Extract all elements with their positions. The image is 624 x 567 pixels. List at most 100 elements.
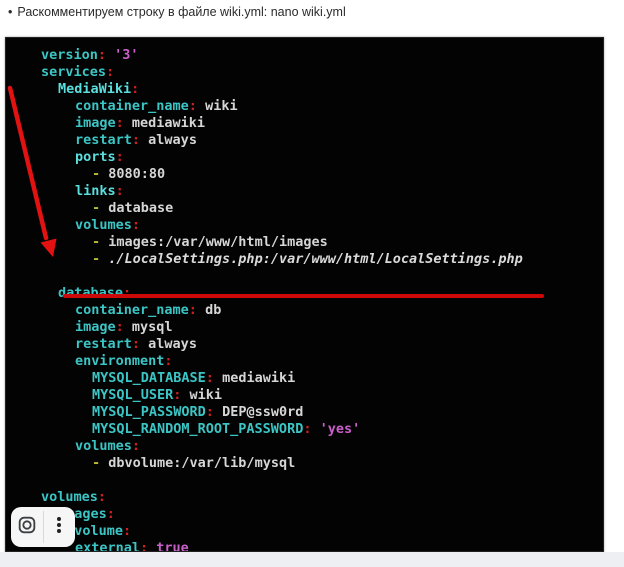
code-segment: true <box>148 540 189 552</box>
code-line <box>41 472 603 489</box>
code-segment: : <box>132 132 140 148</box>
code-line: - database <box>41 200 603 217</box>
code-segment: : <box>189 98 197 114</box>
code-segment: : <box>116 115 124 131</box>
code-line: image: mediawiki <box>41 115 603 132</box>
page-bottom-strip <box>0 552 624 567</box>
code-segment: - <box>92 251 108 267</box>
lens-search-button[interactable] <box>11 507 43 547</box>
code-segment: - <box>92 200 108 216</box>
code-segment: DEP@ssw0rd <box>214 404 303 420</box>
more-options-button[interactable] <box>44 507 76 547</box>
code-line: external: true <box>41 540 603 552</box>
code-line: - dbvolume:/var/lib/mysql <box>41 455 603 472</box>
code-segment: : <box>131 81 139 97</box>
lens-icon <box>16 514 38 541</box>
intro-text: Раскомментируем строку в файле wiki.yml:… <box>17 5 345 19</box>
intro-line: • Раскомментируем строку в файле wiki.ym… <box>8 5 346 19</box>
code-line: - images:/var/www/html/images <box>41 234 603 251</box>
bullet-glyph: • <box>8 5 12 19</box>
code-segment: : <box>123 285 131 301</box>
code-segment: links <box>75 183 116 199</box>
code-segment: : <box>206 404 214 420</box>
code-line: version: '3' <box>41 47 603 64</box>
code-segment: : <box>98 489 106 505</box>
code-line: MYSQL_PASSWORD: DEP@ssw0rd <box>41 404 603 421</box>
code-segment: MediaWiki <box>58 81 131 97</box>
kebab-menu-icon <box>50 514 68 541</box>
code-segment: : <box>189 302 197 318</box>
code-line: restart: always <box>41 336 603 353</box>
code-line: MYSQL_USER: wiki <box>41 387 603 404</box>
code-segment: 'yes' <box>311 421 360 437</box>
code-line: restart: always <box>41 132 603 149</box>
code-segment: : <box>140 540 148 552</box>
code-segment: : <box>98 47 106 63</box>
code-line: volumes: <box>41 489 603 506</box>
code-segment: db <box>197 302 221 318</box>
code-segment: - <box>92 166 108 182</box>
code-segment: image <box>75 319 116 335</box>
red-underline-annotation <box>63 294 544 298</box>
code-segment: mediawiki <box>124 115 205 131</box>
code-segment: : <box>132 217 140 233</box>
code-segment: - <box>92 455 108 471</box>
code-segment: MYSQL_RANDOM_ROOT_PASSWORD <box>92 421 303 437</box>
code-line: volumes: <box>41 217 603 234</box>
code-line: ports: <box>41 149 603 166</box>
code-segment: : <box>164 353 172 369</box>
code-line: MYSQL_DATABASE: mediawiki <box>41 370 603 387</box>
code-segment: : <box>116 149 124 165</box>
code-segment: database <box>58 285 123 301</box>
code-line: container_name: db <box>41 302 603 319</box>
code-line: images: <box>41 506 603 523</box>
code-line <box>41 268 603 285</box>
code-segment: - <box>92 234 108 250</box>
code-segment: wiki <box>197 98 238 114</box>
code-line: MediaWiki: <box>41 81 603 98</box>
code-segment: mysql <box>124 319 173 335</box>
code-line: environment: <box>41 353 603 370</box>
code-segment: dbvolume:/var/lib/mysql <box>108 455 295 471</box>
code-line: MYSQL_RANDOM_ROOT_PASSWORD: 'yes' <box>41 421 603 438</box>
code-segment: : <box>132 336 140 352</box>
code-segment: volumes <box>75 438 132 454</box>
code-segment: images:/var/www/html/images <box>108 234 327 250</box>
code-segment: 8080:80 <box>108 166 165 182</box>
code-segment: : <box>116 319 124 335</box>
code-line: image: mysql <box>41 319 603 336</box>
code-segment: : <box>106 64 114 80</box>
code-segment: image <box>75 115 116 131</box>
code-segment: container_name <box>75 98 189 114</box>
code-segment: volumes <box>75 217 132 233</box>
code-segment: restart <box>75 336 132 352</box>
code-segment: volumes <box>41 489 98 505</box>
code-segment: ./LocalSettings.php:/var/www/html/LocalS… <box>108 251 523 267</box>
code-line: container_name: wiki <box>41 98 603 115</box>
code-segment: always <box>140 336 197 352</box>
code-segment: : <box>116 183 124 199</box>
code-segment: MYSQL_PASSWORD <box>92 404 206 420</box>
code-segment: MYSQL_USER <box>92 387 173 403</box>
code-line: - 8080:80 <box>41 166 603 183</box>
code-segment: : <box>123 523 131 539</box>
code-line: - ./LocalSettings.php:/var/www/html/Loca… <box>41 251 603 268</box>
code-segment: wiki <box>181 387 222 403</box>
image-hover-toolbar <box>11 507 75 547</box>
code-line: services: <box>41 64 603 81</box>
code-segment: MYSQL_DATABASE <box>92 370 206 386</box>
code-line: dbvolume: <box>41 523 603 540</box>
code-segment: '3' <box>106 47 139 63</box>
code-line: links: <box>41 183 603 200</box>
code-segment: services <box>41 64 106 80</box>
code-segment: : <box>107 506 115 522</box>
code-segment: mediawiki <box>214 370 295 386</box>
code-segment: database <box>108 200 173 216</box>
code-segment: container_name <box>75 302 189 318</box>
code-segment: environment <box>75 353 164 369</box>
terminal-screenshot: version: '3'services:MediaWiki:container… <box>5 37 604 552</box>
code-segment: restart <box>75 132 132 148</box>
code-segment: : <box>206 370 214 386</box>
code-segment: external <box>75 540 140 552</box>
code-segment: : <box>132 438 140 454</box>
